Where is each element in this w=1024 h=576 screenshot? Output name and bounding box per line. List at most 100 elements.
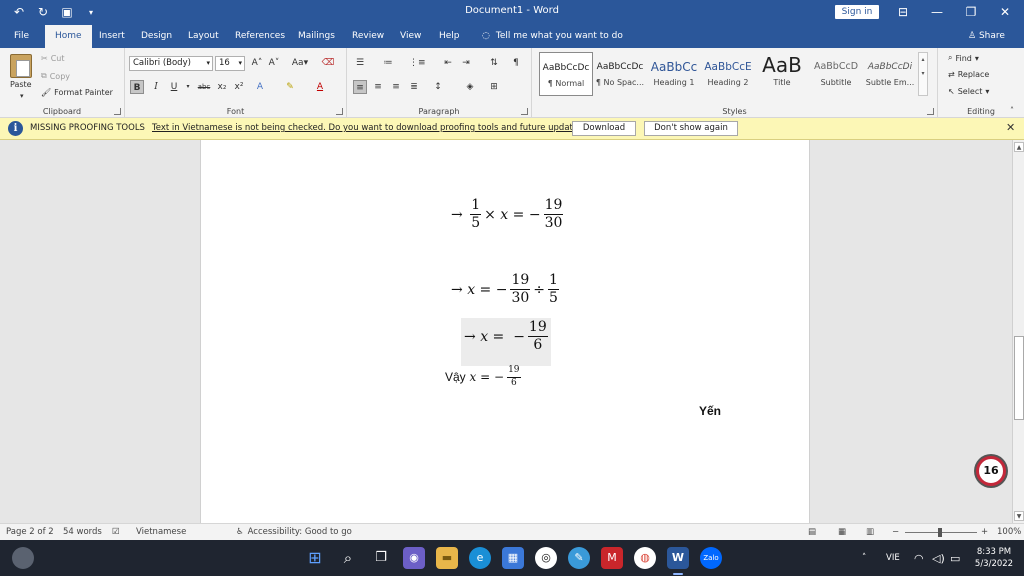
sign-in-button[interactable]: Sign in (835, 5, 879, 19)
show-formatting-icon[interactable]: ¶ (509, 56, 523, 70)
tab-mailings[interactable]: Mailings (298, 25, 335, 48)
tab-insert[interactable]: Insert (99, 25, 125, 48)
conclusion-line[interactable]: Vậy x = − 19 6 (445, 365, 524, 389)
paragraph-launcher-icon[interactable] (521, 108, 528, 115)
chrome-icon[interactable]: ◍ (634, 547, 656, 569)
styles-launcher-icon[interactable] (927, 108, 934, 115)
accessibility-status[interactable]: ♿ Accessibility: Good to go (236, 527, 352, 537)
equation-2[interactable]: → x = − 19 30 ÷ 15 (451, 272, 562, 307)
tab-view[interactable]: View (400, 25, 421, 48)
scrollbar-thumb[interactable] (1014, 336, 1024, 420)
input-language[interactable]: VIE (886, 540, 900, 576)
bullets-icon[interactable]: ☰ (353, 56, 367, 70)
justify-icon[interactable]: ≣ (407, 80, 421, 94)
file-explorer-icon[interactable]: ▬ (436, 547, 458, 569)
tab-layout[interactable]: Layout (188, 25, 219, 48)
system-clock[interactable]: 8:33 PM 5/3/2022 (968, 546, 1020, 570)
copy-button[interactable]: ⧉ Copy (41, 71, 70, 81)
read-mode-icon[interactable]: ▤ (808, 527, 816, 537)
clipboard-launcher-icon[interactable] (114, 108, 121, 115)
bold-icon[interactable]: B (130, 80, 144, 94)
language-status[interactable]: Vietnamese (136, 527, 186, 537)
tab-design[interactable]: Design (141, 25, 172, 48)
web-layout-icon[interactable]: ▥ (866, 527, 874, 537)
decrease-indent-icon[interactable]: ⇤ (441, 56, 455, 70)
italic-icon[interactable]: I (149, 80, 163, 94)
equation-3[interactable]: → x = − 19 6 (464, 319, 551, 354)
message-bar-link[interactable]: Text in Vietnamese is not being checked.… (152, 123, 587, 133)
tab-file[interactable]: File (14, 25, 29, 48)
tab-review[interactable]: Review (352, 25, 384, 48)
borders-icon[interactable]: ⊞ (487, 80, 501, 94)
align-center-icon[interactable]: ≡ (371, 80, 385, 94)
zalo-icon[interactable]: Zalo (700, 547, 722, 569)
zoom-level[interactable]: 100% (997, 527, 1021, 537)
underline-dropdown-icon[interactable]: ▾ (181, 80, 195, 94)
mcafee-icon[interactable]: M (601, 547, 623, 569)
search-icon[interactable]: ⌕ (337, 547, 359, 569)
find-button[interactable]: ⌕ Find ▾ (948, 53, 979, 63)
paste-button[interactable]: Paste (10, 80, 32, 89)
shrink-font-icon[interactable]: A˅ (267, 56, 281, 70)
style-heading-2[interactable]: AaBbCcE Heading 2 (701, 52, 755, 96)
sort-icon[interactable]: ⇅ (487, 56, 501, 70)
numbering-icon[interactable]: ≔ (381, 56, 395, 70)
zoom-in-button[interactable]: + (981, 527, 988, 537)
style-heading-1[interactable]: AaBbCc Heading 1 (647, 52, 701, 96)
document-page[interactable]: → 15 × x = − 19 30 → x = − 19 30 ÷ 15 → x … (200, 140, 810, 523)
battery-icon[interactable]: ▭ (950, 540, 960, 576)
vertical-scrollbar[interactable]: ▲ ▼ (1012, 140, 1024, 523)
equation-1[interactable]: → 15 × x = − 19 30 (451, 197, 566, 232)
tab-help[interactable]: Help (439, 25, 460, 48)
widgets-icon[interactable] (12, 547, 34, 569)
font-size-select[interactable]: 16 ▾ (215, 56, 245, 71)
shading-icon[interactable]: ◈ (463, 80, 477, 94)
styles-gallery-scroll[interactable]: ▴ ▾ (918, 52, 928, 96)
tab-home[interactable]: Home (45, 25, 92, 48)
underline-icon[interactable]: U (167, 80, 181, 94)
highlight-icon[interactable]: ✎ (283, 80, 297, 94)
share-button[interactable]: ♙ Share (968, 25, 1005, 48)
font-launcher-icon[interactable] (336, 108, 343, 115)
paste-dropdown-icon[interactable]: ▾ (20, 92, 24, 100)
dont-show-again-button[interactable]: Don't show again (644, 121, 738, 136)
github-icon[interactable]: ◎ (535, 547, 557, 569)
cut-button[interactable]: ✂ Cut (41, 54, 65, 63)
align-left-icon[interactable]: ≡ (353, 80, 367, 94)
close-icon[interactable]: ✕ (1006, 121, 1015, 134)
superscript-icon[interactable]: x² (232, 80, 246, 94)
notification-badge[interactable]: 16 (976, 456, 1006, 486)
page-count[interactable]: Page 2 of 2 (6, 527, 54, 537)
chat-icon[interactable]: ◉ (403, 547, 425, 569)
word-icon[interactable]: W (667, 547, 689, 569)
show-hidden-icons[interactable]: ˄ (862, 540, 866, 576)
style-normal[interactable]: AaBbCcDc ¶ Normal (539, 52, 593, 96)
style-subtitle[interactable]: AaBbCcD Subtitle (809, 52, 863, 96)
strikethrough-icon[interactable]: abc (195, 80, 213, 94)
collapse-ribbon-icon[interactable]: ˄ (1010, 106, 1014, 115)
download-button[interactable]: Download (572, 121, 636, 136)
zoom-slider-thumb[interactable] (938, 528, 942, 537)
subscript-icon[interactable]: x₂ (215, 80, 229, 94)
increase-indent-icon[interactable]: ⇥ (459, 56, 473, 70)
wifi-icon[interactable]: ◠ (914, 540, 924, 576)
print-layout-icon[interactable]: ▦ (838, 527, 846, 537)
restore-icon[interactable]: ❐ (956, 2, 986, 22)
tab-references[interactable]: References (235, 25, 285, 48)
minimize-icon[interactable]: — (922, 2, 952, 22)
replace-button[interactable]: ⇄ Replace (948, 70, 989, 79)
ribbon-display-options-icon[interactable]: ⊟ (888, 2, 918, 22)
change-case-icon[interactable]: Aa▾ (289, 56, 311, 70)
store-icon[interactable]: ▦ (502, 547, 524, 569)
align-right-icon[interactable]: ≡ (389, 80, 403, 94)
grow-font-icon[interactable]: A˄ (250, 56, 264, 70)
volume-icon[interactable]: ◁) (932, 540, 945, 576)
scroll-down-icon[interactable]: ▼ (1014, 511, 1024, 521)
clear-formatting-icon[interactable]: ⌫ (321, 56, 335, 70)
select-button[interactable]: ↖ Select ▾ (948, 87, 989, 96)
app-icon[interactable]: ✎ (568, 547, 590, 569)
font-color-icon[interactable]: A (313, 80, 327, 94)
style-title[interactable]: AaB Title (755, 52, 809, 96)
scroll-up-icon[interactable]: ▲ (1014, 142, 1024, 152)
tell-me-search[interactable]: ◌ Tell me what you want to do (482, 25, 623, 48)
